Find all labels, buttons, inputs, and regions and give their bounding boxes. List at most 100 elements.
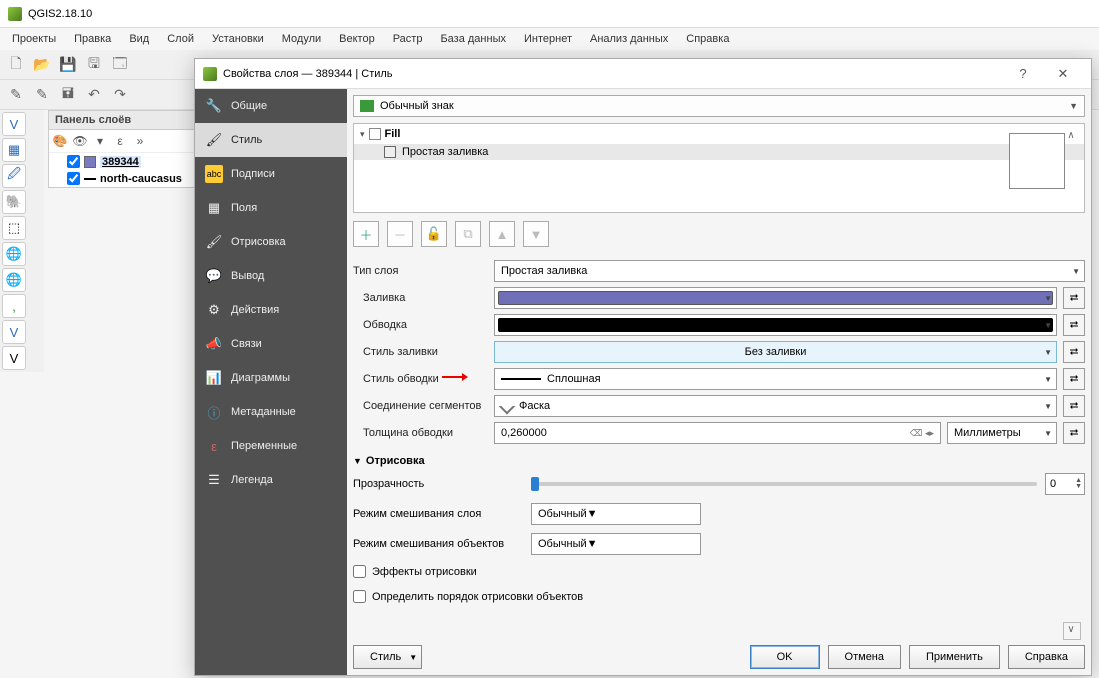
layer-style-icon[interactable]: 🎨 [51,132,69,150]
layer-visible-0[interactable] [67,155,80,168]
menu-settings[interactable]: Установки [204,31,272,47]
sidebar-item-diagrams[interactable]: 📊Диаграммы [195,361,347,395]
add-spatialite-icon[interactable]: 🖉 [2,164,26,188]
sidebar-item-general[interactable]: 🔧Общие [195,89,347,123]
stroke-data-defined-button[interactable]: ⮂ [1063,314,1085,336]
add-postgis-icon[interactable]: 🐘 [2,190,26,214]
sidebar-item-style[interactable]: 🖌Стиль [195,123,347,157]
menu-projects[interactable]: Проекты [4,31,64,47]
sidebar-item-joins[interactable]: 📣Связи [195,327,347,361]
print-composer-icon[interactable]: 🗔 [108,53,132,77]
layer-filter2-icon[interactable]: ▾ [91,132,109,150]
fill-style-select[interactable]: Без заливки▼ [494,341,1057,363]
style-menu-button[interactable]: Стиль▼ [353,645,422,669]
new-project-icon[interactable]: 🗋 [4,53,28,77]
sidebar-item-actions[interactable]: ⚙Действия [195,293,347,327]
add-gpx-icon[interactable]: V [2,346,26,370]
menu-view[interactable]: Вид [121,31,157,47]
add-wms-icon[interactable]: 🌐 [2,242,26,266]
stroke-width-input[interactable]: 0,260000⌫ ◂▸ [494,422,941,444]
menu-plugins[interactable]: Модули [274,31,329,47]
scroll-down-icon[interactable]: ∨ [1065,623,1077,635]
save-edits-icon[interactable]: 🖬 [56,83,80,107]
layer-visible-1[interactable] [67,172,80,185]
sidebar-item-variables[interactable]: εПеременные [195,429,347,463]
add-layer-button[interactable]: ＋ [353,221,379,247]
sidebar-item-metadata[interactable]: ⓘМетаданные [195,395,347,429]
draw-order-checkbox[interactable] [353,590,366,603]
clear-icon[interactable]: ⌫ ◂▸ [910,428,934,439]
help-button[interactable]: Справка [1008,645,1085,669]
cancel-button[interactable]: Отмена [828,645,901,669]
ok-button[interactable]: OK [750,645,820,669]
save-as-icon[interactable]: 🖫 [82,53,106,77]
remove-layer-button[interactable]: － [387,221,413,247]
layer-name-1[interactable]: north-caucasus [100,173,182,185]
edit2-icon[interactable]: ✎ [30,83,54,107]
layer-expr-icon[interactable]: ε [111,132,129,150]
fill-style-data-defined-button[interactable]: ⮂ [1063,341,1085,363]
tree-child-row[interactable]: Простая заливка [354,144,1084,160]
fill-color-button[interactable]: ▼ [494,287,1057,309]
join-style-select[interactable]: Фаска▼ [494,395,1057,417]
width-data-defined-button[interactable]: ⮂ [1063,422,1085,444]
add-vector-icon[interactable]: V [2,112,26,136]
sidebar-item-rendering[interactable]: 🖌Отрисовка [195,225,347,259]
draw-effects-row[interactable]: Эффекты отрисовки [353,565,1085,578]
join-data-defined-button[interactable]: ⮂ [1063,395,1085,417]
layer-blend-select[interactable]: Обычный▼ [531,503,701,525]
layer-row-0[interactable]: 389344 [49,153,205,170]
menu-raster[interactable]: Растр [385,31,431,47]
stroke-style-data-defined-button[interactable]: ⮂ [1063,368,1085,390]
transparency-spin[interactable]: 0▲▼ [1045,473,1085,495]
layer-name-0[interactable]: 389344 [100,156,141,168]
symbol-type-select[interactable]: Обычный знак ▼ [353,95,1085,117]
sidebar-item-fields[interactable]: ▦Поля [195,191,347,225]
feature-blend-select[interactable]: Обычный▼ [531,533,701,555]
menu-internet[interactable]: Интернет [516,31,580,47]
sidebar-item-legend[interactable]: ☰Легенда [195,463,347,497]
sidebar-item-labels[interactable]: abcПодписи [195,157,347,191]
add-virtual-icon[interactable]: V [2,320,26,344]
tree-root-row[interactable]: ▾ Fill [354,124,1084,144]
layer-more-icon[interactable]: » [131,132,149,150]
layer-filter-icon[interactable]: 👁 [71,132,89,150]
undo-icon[interactable]: ↶ [82,83,106,107]
edit-icon[interactable]: ✎ [4,83,28,107]
draw-effects-checkbox[interactable] [353,565,366,578]
menu-vector[interactable]: Вектор [331,31,383,47]
move-down-button[interactable]: ▼ [523,221,549,247]
help-button[interactable]: ? [1003,66,1043,81]
collapse-icon[interactable]: ▾ [360,129,365,140]
spinner-arrows-icon[interactable]: ▲▼ [1075,478,1082,490]
stroke-width-unit-select[interactable]: Миллиметры▼ [947,422,1057,444]
menu-help[interactable]: Справка [678,31,737,47]
scroll-up-icon[interactable]: ∧ [1065,129,1077,141]
transparency-slider[interactable] [531,482,1037,486]
menu-edit[interactable]: Правка [66,31,119,47]
stroke-color-button[interactable]: ▼ [494,314,1057,336]
close-button[interactable]: ✕ [1043,66,1083,82]
save-project-icon[interactable]: 💾 [56,53,80,77]
menu-database[interactable]: База данных [432,31,514,47]
slider-thumb-icon[interactable] [531,477,539,491]
layer-row-1[interactable]: north-caucasus [49,170,205,187]
sidebar-item-display[interactable]: 💬Вывод [195,259,347,293]
apply-button[interactable]: Применить [909,645,1000,669]
add-wfs-icon[interactable]: 🌐 [2,268,26,292]
layer-type-select[interactable]: Простая заливка▼ [494,260,1085,282]
rendering-section-header[interactable]: ▼ Отрисовка [353,455,1085,467]
draw-order-row[interactable]: Определить порядок отрисовки объектов [353,590,1085,603]
stroke-style-select[interactable]: Сплошная▼ [494,368,1057,390]
menu-layer[interactable]: Слой [159,31,202,47]
symbol-layers-tree[interactable]: ▾ Fill Простая заливка [353,123,1085,213]
add-mssql-icon[interactable]: ⬚ [2,216,26,240]
add-csv-icon[interactable]: , [2,294,26,318]
add-raster-icon[interactable]: ▦ [2,138,26,162]
menu-analysis[interactable]: Анализ данных [582,31,676,47]
redo-icon[interactable]: ↷ [108,83,132,107]
move-up-button[interactable]: ▲ [489,221,515,247]
open-project-icon[interactable]: 📂 [30,53,54,77]
lock-layer-button[interactable]: 🔓 [421,221,447,247]
fill-data-defined-button[interactable]: ⮂ [1063,287,1085,309]
